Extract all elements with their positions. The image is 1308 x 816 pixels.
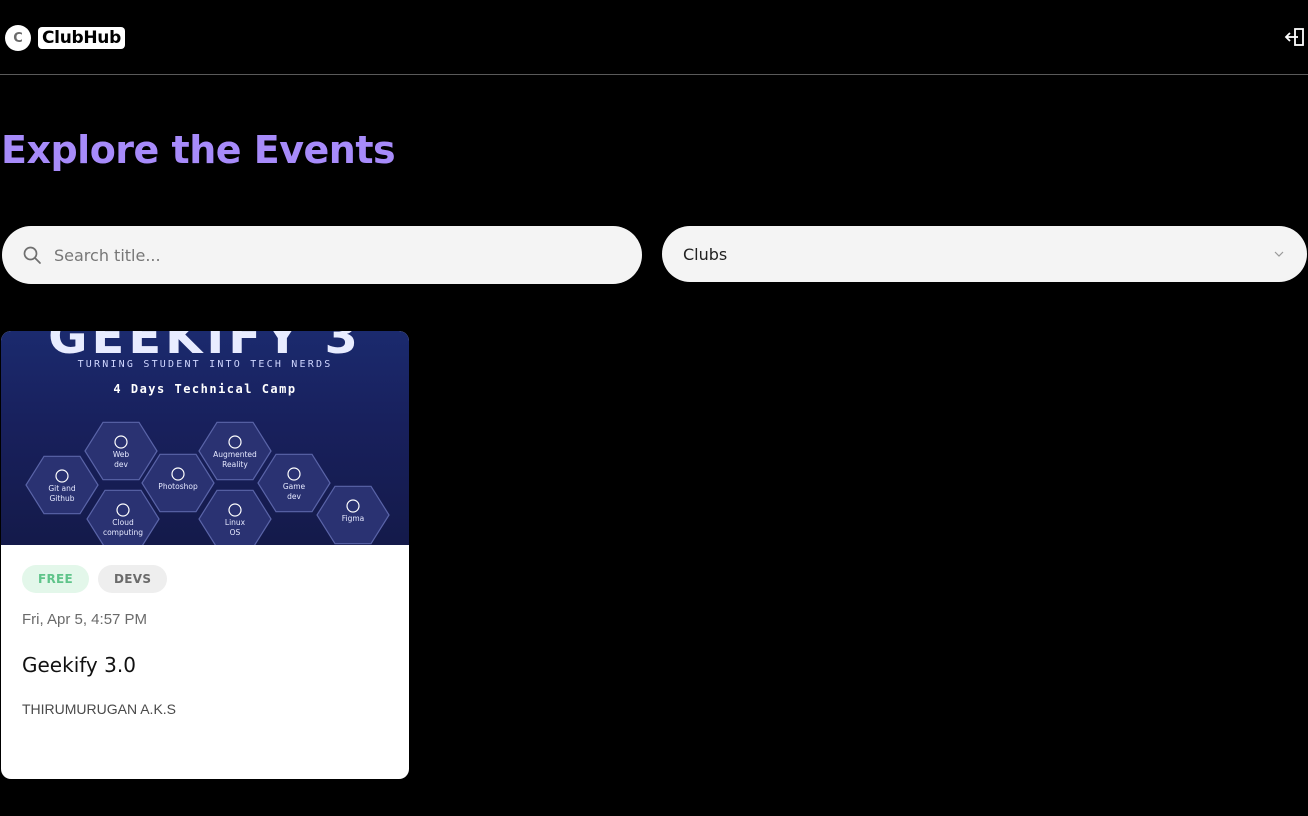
poster-topic-hex: Figma xyxy=(316,485,390,545)
topic-label: Figma xyxy=(342,514,365,523)
logo-mark: C xyxy=(5,25,31,51)
event-poster: GEEKIFY 3 TURNING STUDENT INTO TECH NERD… xyxy=(1,331,409,545)
search-input[interactable] xyxy=(54,245,614,265)
topic-label: Reality xyxy=(222,460,248,469)
search-icon xyxy=(23,246,41,264)
topic-label: Augmented xyxy=(213,450,257,459)
top-nav: C ClubHub xyxy=(0,0,1308,75)
clubs-select-value: Clubs xyxy=(683,244,728,264)
poster-topic-hex: LinuxOS xyxy=(198,489,272,545)
event-badges: FREE DEVS xyxy=(22,565,168,593)
poster-topic-hex: Cloudcomputing xyxy=(86,489,160,545)
logout-icon[interactable] xyxy=(1284,26,1306,48)
event-date: Fri, Apr 5, 4:57 PM xyxy=(22,611,148,628)
topic-label: Git and xyxy=(48,484,76,493)
search-bar[interactable] xyxy=(2,226,642,284)
event-organizer: THIRUMURUGAN A.K.S xyxy=(22,701,177,717)
chevron-down-icon xyxy=(1274,251,1284,257)
clubhub-logo[interactable]: C ClubHub xyxy=(5,25,125,51)
poster-topic-hex: Gamedev xyxy=(257,453,331,513)
topic-label: OS xyxy=(230,528,241,537)
logo-text: ClubHub xyxy=(38,27,125,49)
poster-topic-hex: Webdev xyxy=(84,421,158,481)
topic-label: dev xyxy=(114,460,128,469)
topic-label: Web xyxy=(113,450,130,459)
topic-label: Github xyxy=(49,494,74,503)
clubs-select[interactable]: Clubs xyxy=(662,226,1307,282)
price-badge: FREE xyxy=(22,565,90,593)
poster-topic-hex: AugmentedReality xyxy=(198,421,272,481)
poster-topic-grid: Git andGithubWebdevCloudcomputingPhotosh… xyxy=(25,421,390,545)
topic-label: computing xyxy=(103,528,143,537)
event-title[interactable]: Geekify 3.0 xyxy=(22,653,136,677)
page-title: Explore the Events xyxy=(1,128,396,172)
topic-label: Game xyxy=(283,482,306,491)
poster-topic-hex: Git andGithub xyxy=(25,455,99,515)
event-card[interactable]: GEEKIFY 3 TURNING STUDENT INTO TECH NERD… xyxy=(1,331,409,779)
topic-label: Cloud xyxy=(112,518,134,527)
poster-topic-hex: Photoshop xyxy=(141,453,215,513)
club-badge: DEVS xyxy=(98,565,168,593)
topic-label: Linux xyxy=(225,518,246,527)
topic-label: Photoshop xyxy=(158,482,198,491)
topic-label: dev xyxy=(287,492,301,501)
